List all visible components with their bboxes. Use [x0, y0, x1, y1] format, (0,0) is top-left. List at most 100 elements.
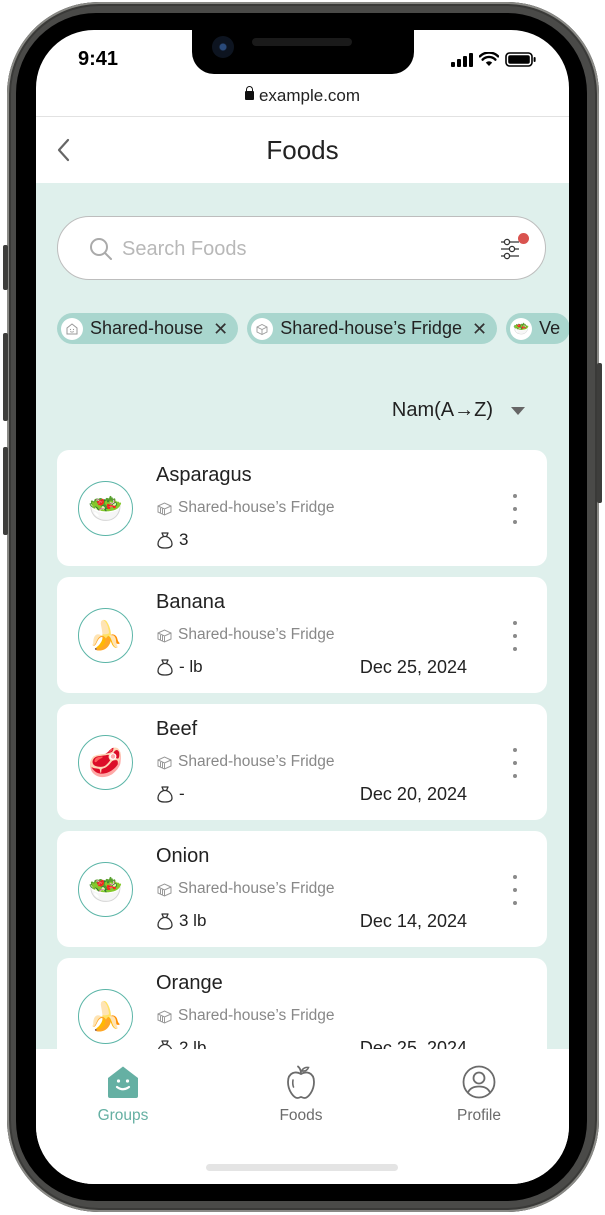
location-text: Shared-house’s Fridge: [178, 626, 335, 643]
food-location: Shared-house’s Fridge: [156, 1007, 335, 1025]
location-text: Shared-house’s Fridge: [178, 1007, 335, 1024]
food-icon: 🍌: [88, 1001, 123, 1032]
app-header: Foods: [36, 117, 569, 183]
chip-label: Shared-house: [90, 318, 204, 338]
filter-chip[interactable]: 🥗 Ve: [506, 313, 569, 344]
nav-label: Groups: [97, 1107, 149, 1124]
dot: [513, 875, 517, 879]
food-quantity: 3: [156, 530, 188, 550]
location-text: Shared-house’s Fridge: [178, 753, 335, 770]
volume-down-button: [3, 447, 8, 535]
box-icon: [156, 627, 173, 644]
bag-icon: [156, 912, 174, 930]
food-list: 🥗 Asparagus Shared-house’s Fridge 3 🍌 Banana S…: [57, 450, 547, 1049]
quantity-text: 2 lb: [179, 1038, 207, 1049]
filter-chip[interactable]: Shared-house ✕: [57, 313, 239, 344]
more-options-button[interactable]: [507, 748, 523, 778]
food-card[interactable]: 🍌 Banana Shared-house’s Fridge - lb Dec 25, …: [57, 577, 547, 693]
more-options-button[interactable]: [507, 875, 523, 905]
nav-label: Profile: [457, 1107, 501, 1124]
food-card[interactable]: 🥗 Onion Shared-house’s Fridge 3 lb Dec 14, 2…: [57, 831, 547, 947]
bag-icon: [156, 785, 174, 803]
dot: [513, 748, 517, 752]
food-quantity: - lb: [156, 657, 203, 677]
expiry-date: Dec 25, 2024: [359, 657, 467, 677]
chip-label: Ve: [539, 318, 561, 338]
quantity-text: 3: [179, 530, 189, 549]
food-icon: 🍌: [88, 620, 123, 651]
sort-dropdown[interactable]: Nam(A→Z): [392, 399, 525, 422]
bag-icon: [156, 1039, 174, 1049]
lock-icon: [244, 86, 254, 100]
bag-icon: [156, 658, 174, 676]
food-location: Shared-house’s Fridge: [156, 880, 335, 898]
url-text: example.com: [258, 86, 361, 105]
food-icon: 🥗: [88, 874, 123, 905]
food-icon: 🥗: [88, 493, 123, 524]
dot: [513, 647, 517, 651]
dot: [513, 520, 517, 524]
search-icon: [90, 238, 112, 260]
food-image: 🍌: [78, 989, 133, 1044]
search-bar: [57, 216, 546, 280]
dot: [513, 634, 517, 638]
food-quantity: 3 lb: [156, 911, 206, 931]
bag-icon: [156, 531, 174, 549]
dot: [513, 901, 517, 905]
status-time: 9:41: [78, 48, 119, 70]
food-image: 🥗: [78, 862, 133, 917]
dot: [513, 888, 517, 892]
salad-icon: 🥗: [510, 317, 533, 340]
nav-item-foods[interactable]: Foods: [251, 1065, 351, 1125]
food-location: Shared-house’s Fridge: [156, 499, 335, 517]
dot: [513, 507, 517, 511]
food-icon: 🥩: [88, 747, 123, 778]
quantity-text: 3 lb: [179, 911, 207, 930]
food-card[interactable]: 🍌 Orange Shared-house’s Fridge 2 lb Dec 25, …: [57, 958, 547, 1049]
location-text: Shared-house’s Fridge: [178, 880, 335, 897]
search-input[interactable]: [122, 231, 482, 267]
caret-down-icon: [511, 406, 525, 415]
apple-icon: [287, 1065, 315, 1099]
food-name: Beef: [156, 718, 198, 740]
status-icons: [451, 52, 537, 67]
power-button: [597, 363, 602, 503]
nav-item-profile[interactable]: Profile: [429, 1065, 529, 1125]
box-icon: [251, 317, 274, 340]
sort-label: Nam(A→Z): [391, 399, 493, 421]
filter-active-badge: [518, 233, 529, 244]
dot: [513, 494, 517, 498]
battery-icon: [505, 52, 536, 67]
address-bar[interactable]: example.com: [36, 86, 569, 116]
wifi-icon: [479, 52, 499, 66]
food-name: Asparagus: [156, 464, 252, 486]
home-indicator[interactable]: [206, 1164, 398, 1171]
signal-icon: [451, 52, 473, 67]
food-image: 🥗: [78, 481, 133, 536]
close-icon[interactable]: ✕: [472, 320, 487, 338]
food-image: 🥩: [78, 735, 133, 790]
more-options-button[interactable]: [507, 494, 523, 524]
more-options-button[interactable]: [507, 621, 523, 651]
location-text: Shared-house’s Fridge: [178, 499, 335, 516]
mute-switch: [3, 245, 8, 290]
food-card[interactable]: 🥩 Beef Shared-house’s Fridge - Dec 20, 2024: [57, 704, 547, 820]
filter-chips: Shared-house ✕ Shared-house’s Fridge ✕ 🥗…: [57, 313, 569, 344]
chip-label: Shared-house’s Fridge: [280, 318, 462, 338]
food-name: Banana: [156, 591, 225, 613]
food-quantity: 2 lb: [156, 1038, 206, 1049]
food-location: Shared-house’s Fridge: [156, 753, 335, 771]
house-smile-icon: [108, 1066, 138, 1098]
house-face-icon: [61, 317, 83, 340]
content-area: Shared-house ✕ Shared-house’s Fridge ✕ 🥗…: [36, 183, 569, 1049]
nav-item-groups[interactable]: Groups: [73, 1065, 173, 1125]
quantity-text: -: [179, 784, 185, 803]
expiry-date: Dec 25, 2024: [359, 1038, 467, 1049]
filter-chip[interactable]: Shared-house’s Fridge ✕: [247, 313, 498, 344]
filter-button[interactable]: [499, 233, 529, 263]
food-card[interactable]: 🥗 Asparagus Shared-house’s Fridge 3: [57, 450, 547, 566]
close-icon[interactable]: ✕: [213, 320, 228, 338]
front-camera: [212, 36, 234, 58]
food-quantity: -: [156, 784, 185, 804]
food-name: Orange: [156, 972, 223, 994]
